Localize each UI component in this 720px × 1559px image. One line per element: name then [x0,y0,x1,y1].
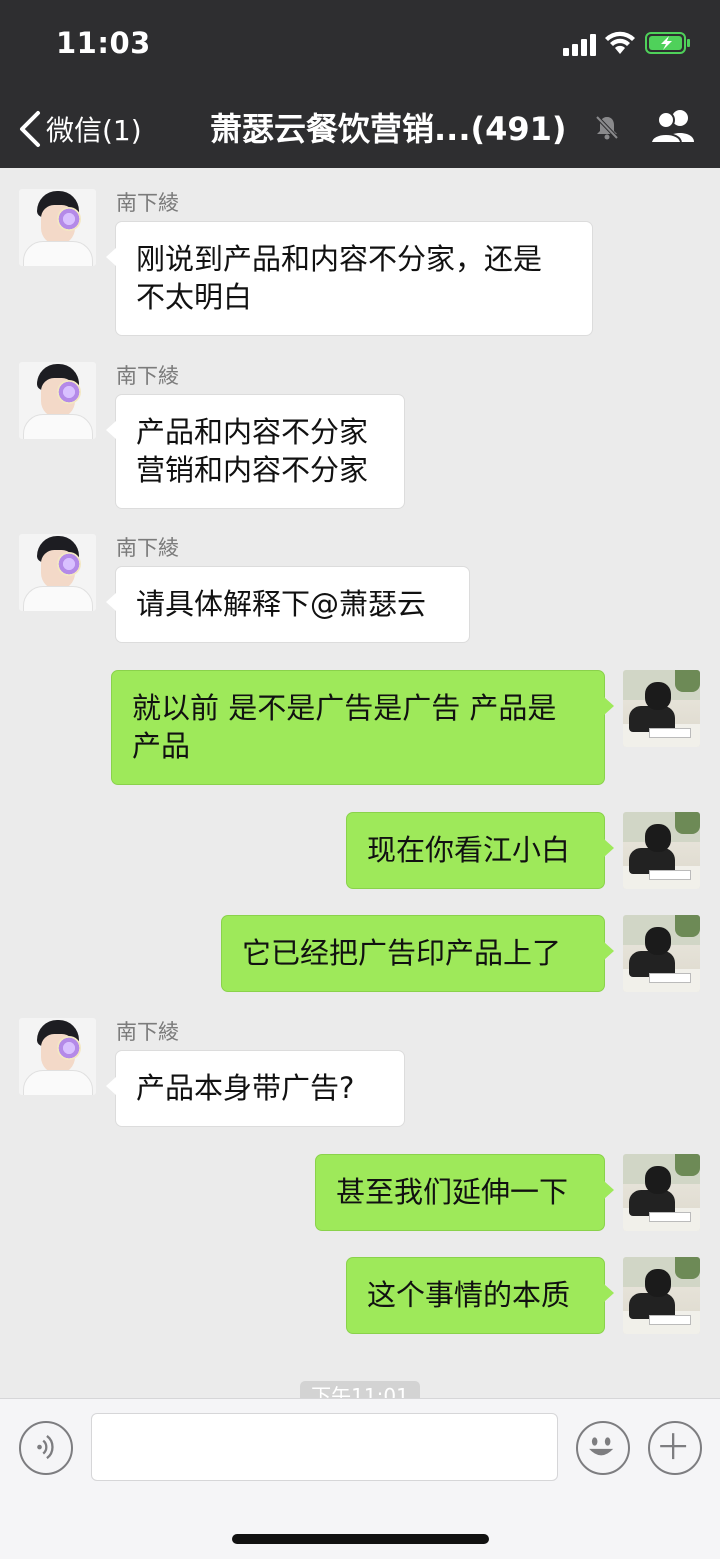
message-input[interactable] [91,1413,558,1481]
message-item: 南下綾 产品本身带广告? [0,997,720,1127]
avatar[interactable] [623,915,700,992]
top-bar: 11:03 微信(1) 萧瑟云餐饮营销...(491) [0,0,720,168]
message-line: 不太明白 [136,280,253,314]
message-item: 它已经把广告印产品上了 [0,915,720,992]
timestamp-chip: 下午11:01 [300,1381,420,1398]
chevron-left-icon [20,111,40,147]
avatar[interactable] [19,1018,96,1095]
sender-name: 南下綾 [116,1020,179,1044]
input-bar [0,1398,720,1559]
avatar[interactable] [19,534,96,611]
message-line: 它已经把广告印产品上了 [242,936,562,970]
smile-icon [589,1437,614,1456]
back-button[interactable]: 微信(1) [16,104,142,154]
back-label: 微信(1) [46,114,142,147]
message-line: 营销和内容不分家 [136,453,369,487]
message-item: 南下綾 请具体解释下@萧瑟云 [0,513,720,643]
voice-button[interactable] [19,1421,73,1475]
sender-name: 南下綾 [116,364,179,388]
message-item: 甚至我们延伸一下 [0,1154,720,1231]
message-line: 产品 [132,729,191,763]
message-bubble[interactable]: 这个事情的本质 [346,1257,614,1334]
avatar[interactable] [19,362,96,439]
avatar[interactable] [623,812,700,889]
voice-icon [37,1435,54,1460]
message-bubble[interactable]: 请具体解释下@萧瑟云 [106,566,470,643]
avatar[interactable] [623,670,700,747]
message-bubble[interactable]: 产品本身带广告? [106,1050,405,1127]
home-indicator [232,1534,489,1544]
message-item: 就以前 是不是广告是广告 产品是 产品 [0,670,720,785]
message-line: 这个事情的本质 [367,1278,571,1312]
message-item: 南下綾 产品和内容不分家 营销和内容不分家 [0,341,720,509]
message-line: 刚说到产品和内容不分家，还是 [136,242,543,276]
message-bubble[interactable]: 现在你看江小白 [346,812,614,889]
chat-messages[interactable]: 南下綾 刚说到产品和内容不分家，还是 不太明白 南下綾 产品和内容不分家 营销和… [0,168,720,1398]
message-item: 南下綾 刚说到产品和内容不分家，还是 不太明白 [0,168,720,336]
status-time: 11:03 [56,26,151,60]
bell-slash-icon [595,115,619,140]
message-bubble[interactable]: 甚至我们延伸一下 [315,1154,614,1231]
message-line: 甚至我们延伸一下 [336,1175,569,1209]
sender-name: 南下綾 [116,191,179,215]
message-line: 产品本身带广告? [136,1071,355,1105]
avatar[interactable] [623,1154,700,1231]
message-bubble[interactable]: 刚说到产品和内容不分家，还是 不太明白 [106,221,593,336]
message-line: 请具体解释下@萧瑟云 [136,587,427,621]
chat-title: 萧瑟云餐饮营销...(491) [210,110,567,148]
message-bubble[interactable]: 就以前 是不是广告是广告 产品是 产品 [111,670,614,785]
emoji-button[interactable] [576,1421,630,1475]
message-line: 产品和内容不分家 [136,415,369,449]
battery-icon [645,32,690,54]
signal-icon [563,34,597,56]
avatar[interactable] [623,1257,700,1334]
message-bubble[interactable]: 它已经把广告印产品上了 [221,915,614,992]
message-item: 这个事情的本质 [0,1257,720,1334]
plus-icon [660,1433,687,1460]
sender-name: 南下綾 [116,536,179,560]
plus-button[interactable] [648,1421,702,1475]
people-icon[interactable] [650,108,696,144]
wifi-icon [605,31,635,54]
avatar[interactable] [19,189,96,266]
message-line: 现在你看江小白 [367,833,571,867]
message-line: 就以前 是不是广告是广告 产品是 [132,691,557,725]
message-bubble[interactable]: 产品和内容不分家 营销和内容不分家 [106,394,405,509]
message-item: 现在你看江小白 [0,812,720,889]
